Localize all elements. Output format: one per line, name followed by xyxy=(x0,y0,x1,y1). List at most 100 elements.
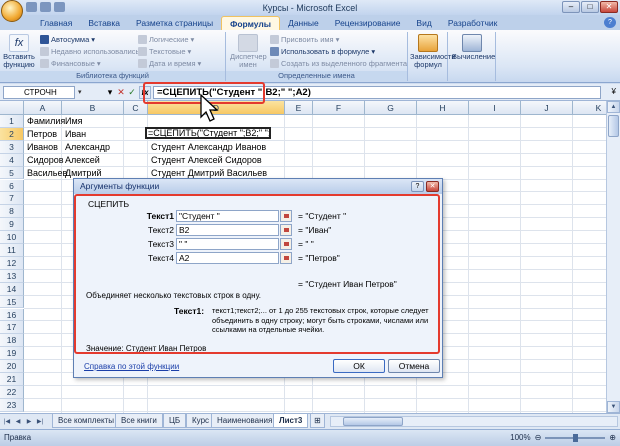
create-from-selection-button[interactable]: Создать из выделенного фрагмента xyxy=(270,59,407,68)
dependencies-button[interactable]: Зависимости формул xyxy=(410,34,456,69)
column-header[interactable]: H xyxy=(417,101,469,115)
name-manager-button[interactable]: Диспетчер имен xyxy=(230,34,267,69)
tab-page-layout[interactable]: Разметка страницы xyxy=(128,16,221,30)
cell-a3[interactable]: Иванов xyxy=(25,141,58,153)
row-header[interactable]: 1 xyxy=(0,115,24,128)
horizontal-scroll-thumb[interactable] xyxy=(343,417,403,426)
prev-sheet-icon[interactable]: ◀ xyxy=(13,417,23,427)
row-header[interactable]: 19 xyxy=(0,347,24,361)
help-icon[interactable]: ? xyxy=(604,17,616,28)
insert-function-button[interactable]: fx Вставить функцию xyxy=(2,34,36,69)
row-header[interactable]: 5 xyxy=(0,166,24,180)
calculation-button[interactable]: Вычисление xyxy=(452,34,495,61)
cell-a5[interactable]: Васильев xyxy=(25,167,67,179)
row-header[interactable]: 11 xyxy=(0,244,24,257)
tab-data[interactable]: Данные xyxy=(280,16,327,30)
row-header[interactable]: 22 xyxy=(0,385,24,399)
scroll-down-icon[interactable]: ▼ xyxy=(607,401,620,413)
ok-button[interactable]: ОК xyxy=(333,359,385,373)
row-header[interactable]: 4 xyxy=(0,153,24,167)
column-header[interactable]: B xyxy=(62,101,124,115)
row-header[interactable]: 9 xyxy=(0,218,24,232)
sheet-tab[interactable]: Все книги xyxy=(115,414,163,428)
close-icon[interactable]: ✕ xyxy=(600,1,618,13)
column-header[interactable]: E xyxy=(285,101,313,115)
use-in-formula-button[interactable]: Использовать в формуле ▾ xyxy=(270,47,375,56)
cell-b1[interactable]: Имя xyxy=(63,115,83,127)
column-header[interactable]: I xyxy=(469,101,521,115)
column-header[interactable]: J xyxy=(521,101,573,115)
cell-a1[interactable]: Фамилия xyxy=(25,115,65,127)
cell-b2[interactable]: Иван xyxy=(63,128,86,140)
select-all-corner[interactable] xyxy=(0,101,24,115)
redo-icon[interactable] xyxy=(54,2,65,12)
save-icon[interactable] xyxy=(26,2,37,12)
sheet-tab[interactable]: Лист3 xyxy=(273,414,309,428)
tab-formulas[interactable]: Формулы xyxy=(221,16,281,30)
cell-a2[interactable]: Петров xyxy=(25,128,57,140)
recently-used-button[interactable]: Недавно использовались ▾ xyxy=(40,47,145,56)
next-sheet-icon[interactable]: ▶ xyxy=(24,417,34,427)
dialog-close-icon[interactable]: ✕ xyxy=(426,181,439,192)
zoom-out-icon[interactable]: ⊖ xyxy=(535,433,542,442)
maximize-icon[interactable]: □ xyxy=(581,1,599,13)
row-header[interactable]: 13 xyxy=(0,269,24,283)
row-header[interactable]: 20 xyxy=(0,360,24,373)
enter-check-icon[interactable]: ✓ xyxy=(126,87,138,98)
tab-insert[interactable]: Вставка xyxy=(80,16,128,30)
zoom-slider[interactable] xyxy=(545,433,606,442)
datetime-button[interactable]: Дата и время ▾ xyxy=(138,59,201,68)
row-header[interactable]: 8 xyxy=(0,205,24,219)
sheet-tab[interactable]: Наименования xyxy=(211,414,279,428)
column-header[interactable]: F xyxy=(313,101,365,115)
tab-view[interactable]: Вид xyxy=(408,16,439,30)
tab-home[interactable]: Главная xyxy=(32,16,80,30)
assign-name-button[interactable]: Присвоить имя ▾ xyxy=(270,35,339,44)
row-header[interactable]: 6 xyxy=(0,179,24,193)
office-button-icon[interactable] xyxy=(1,0,23,22)
chevron-down-icon[interactable]: ▾ xyxy=(78,88,82,96)
insert-sheet-icon[interactable]: ⊞ xyxy=(310,414,325,428)
row-header[interactable]: 23 xyxy=(0,398,24,412)
zoom-level[interactable]: 100% xyxy=(510,433,530,442)
column-header[interactable]: K xyxy=(573,101,606,115)
first-sheet-icon[interactable]: |◀ xyxy=(2,417,12,427)
row-header[interactable]: 21 xyxy=(0,373,24,386)
row-header[interactable]: 17 xyxy=(0,321,24,335)
financial-button[interactable]: Финансовые ▾ xyxy=(40,59,101,68)
logical-button[interactable]: Логические ▾ xyxy=(138,35,194,44)
row-header[interactable]: 3 xyxy=(0,140,24,154)
cell-d4[interactable]: Студент Алексей Сидоров xyxy=(149,154,262,166)
row-header[interactable]: 12 xyxy=(0,256,24,270)
cell-b3[interactable]: Александр xyxy=(63,141,110,153)
tab-developer[interactable]: Разработчик xyxy=(440,16,506,30)
cancel-button[interactable]: Отмена xyxy=(388,359,440,373)
name-box[interactable]: СТРОЧН xyxy=(3,86,75,99)
active-cell-editor[interactable]: =СЦЕПИТЬ("Студент ";B2;" ";A2) xyxy=(145,127,271,139)
sheet-tab[interactable]: ЦБ xyxy=(163,414,187,428)
last-sheet-icon[interactable]: ▶| xyxy=(35,417,45,427)
text-button[interactable]: Текстовые ▾ xyxy=(138,47,191,56)
row-header[interactable]: 2 xyxy=(0,127,24,141)
help-link[interactable]: Справка по этой функции xyxy=(84,362,179,371)
row-header[interactable]: 14 xyxy=(0,282,24,296)
scroll-thumb[interactable] xyxy=(608,115,619,137)
tab-review[interactable]: Рецензирование xyxy=(327,16,409,30)
cell-d5[interactable]: Студент Дмитрий Васильев xyxy=(149,167,267,179)
cell-b5[interactable]: Дмитрий xyxy=(63,167,102,179)
vertical-scrollbar[interactable]: ▲ ▼ xyxy=(606,101,620,413)
row-header[interactable]: 18 xyxy=(0,334,24,348)
autosum-button[interactable]: Автосумма ▾ xyxy=(40,35,95,44)
undo-icon[interactable] xyxy=(40,2,51,12)
cell-d3[interactable]: Студент Александр Иванов xyxy=(149,141,266,153)
column-header[interactable]: A xyxy=(24,101,62,115)
cell-b4[interactable]: Алексей xyxy=(63,154,100,166)
horizontal-scrollbar[interactable] xyxy=(330,416,618,427)
column-header[interactable]: G xyxy=(365,101,417,115)
cell-a4[interactable]: Сидоров xyxy=(25,154,64,166)
minimize-icon[interactable]: – xyxy=(562,1,580,13)
dialog-help-icon[interactable]: ? xyxy=(411,181,424,192)
row-header[interactable]: 15 xyxy=(0,295,24,309)
expand-formula-bar-icon[interactable]: ¥ xyxy=(612,87,616,96)
row-header[interactable]: 7 xyxy=(0,192,24,206)
